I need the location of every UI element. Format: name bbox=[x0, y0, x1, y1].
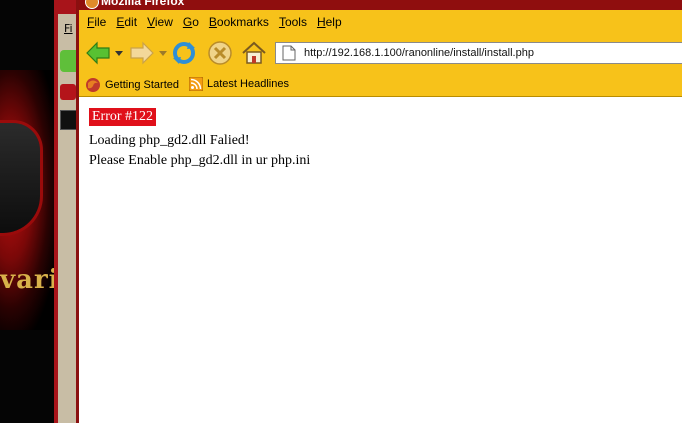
bookmarks-toolbar: Getting Started Latest Headlines bbox=[79, 74, 682, 94]
background-bookmark-icon[interactable] bbox=[60, 84, 76, 100]
menu-bar: File Edit View Go Bookmarks Tools Help bbox=[85, 15, 350, 31]
bookmark-getting-started-label: Getting Started bbox=[105, 79, 179, 91]
menu-go-label: o bbox=[192, 15, 199, 29]
menu-bookmarks-label: ookmarks bbox=[216, 15, 269, 29]
rss-feed-icon bbox=[189, 77, 203, 91]
background-window-body bbox=[58, 14, 76, 423]
back-history-dropdown-icon[interactable] bbox=[115, 48, 123, 58]
home-icon[interactable] bbox=[241, 40, 267, 66]
page-content: Error #122 Loading php_gd2.dll Falied! P… bbox=[79, 97, 682, 423]
menu-help-accel: H bbox=[316, 15, 326, 29]
firefox-bookmark-icon bbox=[86, 78, 100, 92]
bookmark-getting-started[interactable]: Getting Started bbox=[85, 77, 179, 93]
menu-go-accel: G bbox=[182, 15, 193, 29]
menu-help-label: elp bbox=[325, 15, 342, 29]
page-icon bbox=[282, 45, 296, 61]
address-bar[interactable]: http://192.168.1.100/ranonline/install/i… bbox=[275, 42, 682, 64]
menu-view[interactable]: View bbox=[145, 15, 181, 31]
menu-tools-label: ools bbox=[284, 15, 307, 29]
menu-view-accel: V bbox=[147, 15, 155, 29]
title-bar[interactable]: Mozilla Firefox bbox=[79, 0, 682, 10]
menu-bookmarks-accel: B bbox=[208, 15, 217, 29]
browser-chrome: File Edit View Go Bookmarks Tools Help h… bbox=[79, 10, 682, 97]
menu-view-label: iew bbox=[154, 15, 173, 29]
error-badge: Error #122 bbox=[89, 108, 157, 126]
navigation-toolbar: http://192.168.1.100/ranonline/install/i… bbox=[79, 36, 682, 70]
error-instruction-line: Please Enable php_gd2.dll in ur php.ini bbox=[89, 153, 311, 168]
forward-arrow-icon[interactable] bbox=[129, 40, 155, 66]
stop-icon[interactable] bbox=[207, 40, 233, 66]
back-arrow-icon[interactable] bbox=[85, 40, 111, 66]
browser-window: Mozilla Firefox File Edit View Go Bookma… bbox=[76, 0, 682, 423]
menu-edit-label: dit bbox=[124, 15, 138, 29]
error-message-line: Loading php_gd2.dll Falied! bbox=[89, 133, 250, 148]
background-window-menu[interactable]: Fi bbox=[64, 22, 73, 35]
bookmark-latest-headlines-label: Latest Headlines bbox=[207, 78, 289, 90]
menu-tools[interactable]: Tools bbox=[277, 15, 315, 31]
background-banner-text: vari bbox=[0, 265, 60, 295]
menu-help[interactable]: Help bbox=[315, 15, 350, 31]
menu-go[interactable]: Go bbox=[181, 15, 207, 31]
bookmark-latest-headlines[interactable]: Latest Headlines bbox=[189, 77, 289, 91]
background-back-button[interactable] bbox=[60, 50, 76, 72]
menu-bookmarks[interactable]: Bookmarks bbox=[207, 15, 277, 31]
menu-file[interactable]: File bbox=[85, 15, 114, 31]
reload-icon[interactable] bbox=[171, 40, 197, 66]
menu-edit[interactable]: Edit bbox=[114, 15, 145, 31]
menu-file-label: ile bbox=[94, 15, 107, 29]
url-input[interactable]: http://192.168.1.100/ranonline/install/i… bbox=[304, 47, 534, 59]
forward-history-dropdown-icon[interactable] bbox=[159, 48, 167, 58]
window-title: Mozilla Firefox bbox=[101, 0, 185, 8]
firefox-logo-icon bbox=[85, 0, 99, 9]
